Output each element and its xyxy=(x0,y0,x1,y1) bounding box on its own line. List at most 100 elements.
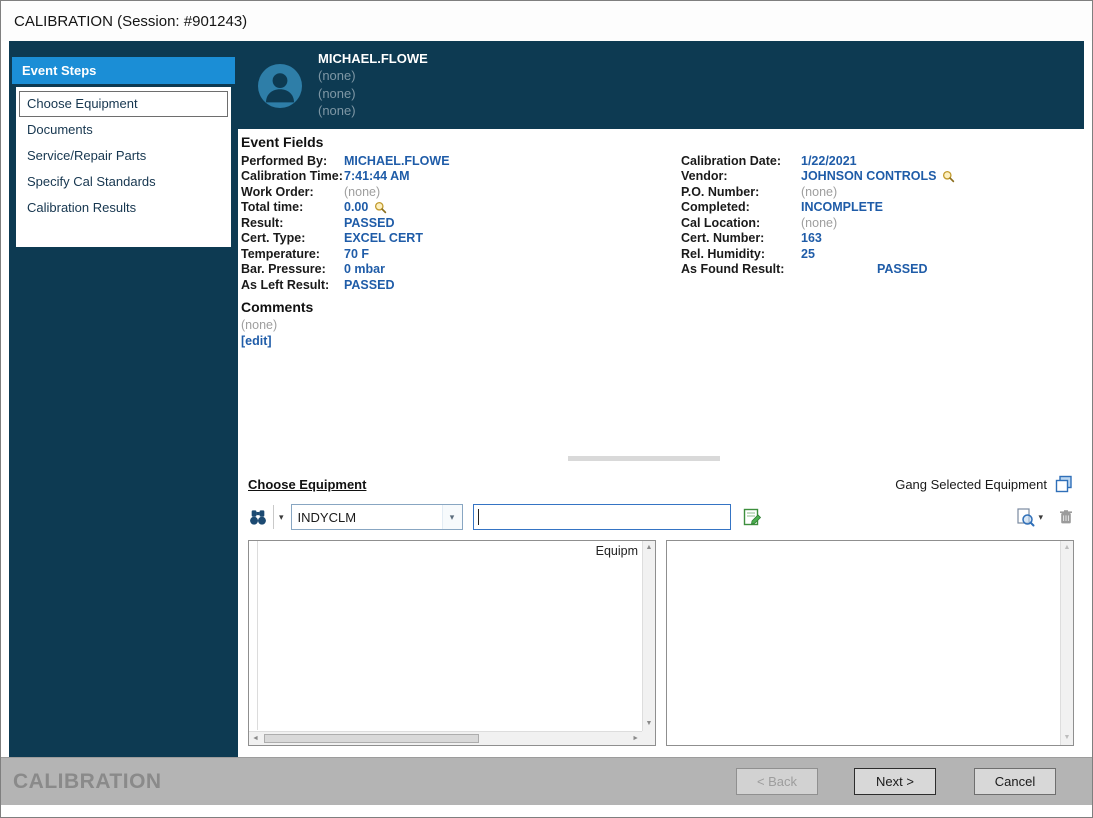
field-label: Performed By: xyxy=(241,154,344,168)
gang-selected-equipment-label: Gang Selected Equipment xyxy=(895,477,1047,492)
total-time-lookup-icon[interactable] xyxy=(374,201,387,214)
field-label: Work Order: xyxy=(241,185,344,199)
field-value: INCOMPLETE xyxy=(801,200,883,214)
scrollbar-corner xyxy=(642,731,655,745)
scroll-up-icon[interactable]: ▲ xyxy=(1064,544,1071,552)
scroll-right-icon[interactable]: ► xyxy=(632,735,639,743)
combobox-dropdown-arrow-icon[interactable]: ▾ xyxy=(442,505,462,529)
field-value: 25 xyxy=(801,247,815,261)
field-label: Rel. Humidity: xyxy=(681,247,801,261)
scroll-left-icon[interactable]: ◄ xyxy=(252,735,259,743)
field-value: 70 F xyxy=(344,247,369,261)
field-row-cert-type: Cert. Type: EXCEL CERT xyxy=(241,231,681,247)
field-row-as-left-result: As Left Result: PASSED xyxy=(241,277,681,293)
sidebar-item-documents[interactable]: Documents xyxy=(19,117,228,143)
field-row-cert-number: Cert. Number: 163 xyxy=(681,231,1084,247)
edit-equipment-button[interactable] xyxy=(742,507,762,527)
field-row-rel-humidity: Rel. Humidity: 25 xyxy=(681,246,1084,262)
preview-dropdown-arrow-icon[interactable]: ▾ xyxy=(1038,512,1043,523)
field-value: (none) xyxy=(801,216,837,230)
sidebar-item-choose-equipment[interactable]: Choose Equipment xyxy=(19,91,228,117)
user-detail-line: (none) xyxy=(318,85,428,103)
next-button[interactable]: Next > xyxy=(854,768,936,795)
gang-cascade-icon xyxy=(1054,474,1074,494)
window-title: CALIBRATION (Session: #901243) xyxy=(14,13,247,30)
edit-icon xyxy=(742,507,762,527)
field-value: MICHAEL.FLOWE xyxy=(344,154,450,168)
comments-section: Comments (none) [edit] xyxy=(241,299,1084,350)
event-fields-left-column: Performed By: MICHAEL.FLOWE Calibration … xyxy=(241,153,681,293)
sidebar-item-calibration-results[interactable]: Calibration Results xyxy=(19,195,228,221)
field-label: Completed: xyxy=(681,200,801,214)
field-value: PASSED xyxy=(344,278,394,292)
calibration-window: CALIBRATION (Session: #901243) Event Ste… xyxy=(0,0,1093,818)
binoculars-icon xyxy=(248,508,268,527)
event-fields-section: Event Fields Performed By: MICHAEL.FLOWE… xyxy=(238,129,1084,453)
comments-value: (none) xyxy=(241,318,1084,334)
equipment-search-input[interactable] xyxy=(473,504,731,530)
cancel-button[interactable]: Cancel xyxy=(974,768,1056,795)
equipment-lists: Equipm ▲ ▼ ◄ ► xyxy=(248,540,1074,746)
field-value: PASSED xyxy=(801,262,927,276)
user-detail-line: (none) xyxy=(318,102,428,120)
field-label: As Found Result: xyxy=(681,262,801,276)
preview-equipment-button[interactable] xyxy=(1015,507,1035,527)
field-label: Total time: xyxy=(241,200,344,214)
equipment-search-wrapper xyxy=(473,504,731,530)
equipment-toolbar: ▾ INDYCLM ▾ xyxy=(248,502,1074,532)
field-row-bar-pressure: Bar. Pressure: 0 mbar xyxy=(241,262,681,278)
field-value: EXCEL CERT xyxy=(344,231,423,245)
equipment-available-list[interactable]: Equipm ▲ ▼ ◄ ► xyxy=(248,540,656,746)
comments-edit-link[interactable]: [edit] xyxy=(241,333,272,349)
choose-equipment-panel: Choose Equipment Gang Selected Equipment xyxy=(238,465,1084,757)
pane-splitter[interactable] xyxy=(238,453,1084,465)
vertical-scrollbar[interactable]: ▲ ▼ xyxy=(1060,541,1073,745)
text-caret xyxy=(478,509,479,525)
field-row-performed-by: Performed By: MICHAEL.FLOWE xyxy=(241,153,681,169)
scroll-up-icon[interactable]: ▲ xyxy=(646,544,653,552)
field-row-temperature: Temperature: 70 F xyxy=(241,246,681,262)
equipment-filter-value: INDYCLM xyxy=(292,510,442,525)
delete-equipment-button[interactable] xyxy=(1058,508,1074,526)
window-body: Event Steps Choose Equipment Documents S… xyxy=(1,41,1092,757)
field-label: Calibration Time: xyxy=(241,169,344,183)
equipment-filter-combobox[interactable]: INDYCLM ▾ xyxy=(291,504,463,530)
gang-selected-equipment-button[interactable]: Gang Selected Equipment xyxy=(895,474,1074,494)
vendor-lookup-icon[interactable] xyxy=(942,170,955,183)
wizard-footer: CALIBRATION < Back Next > Cancel xyxy=(1,757,1092,805)
window-titlebar: CALIBRATION (Session: #901243) xyxy=(1,1,1092,41)
field-row-result: Result: PASSED xyxy=(241,215,681,231)
field-row-cal-location: Cal Location: (none) xyxy=(681,215,1084,231)
field-label: P.O. Number: xyxy=(681,185,801,199)
field-row-work-order: Work Order: (none) xyxy=(241,184,681,200)
comments-title: Comments xyxy=(241,299,1084,315)
splitter-grip-icon[interactable] xyxy=(568,456,720,461)
field-label: Cert. Number: xyxy=(681,231,801,245)
field-value: 7:41:44 AM xyxy=(344,169,410,183)
user-banner-text: MICHAEL.FLOWE (none) (none) (none) xyxy=(318,50,428,129)
field-label: Cal Location: xyxy=(681,216,801,230)
find-dropdown-arrow-icon[interactable]: ▾ xyxy=(279,512,284,523)
find-equipment-button[interactable] xyxy=(248,508,268,527)
event-steps-header: Event Steps xyxy=(12,57,235,84)
choose-equipment-header: Choose Equipment Gang Selected Equipment xyxy=(248,473,1074,495)
choose-equipment-title: Choose Equipment xyxy=(248,477,366,492)
field-value: 0.00 xyxy=(344,200,368,214)
horizontal-scrollbar-thumb[interactable] xyxy=(264,734,479,743)
equipment-column-header[interactable]: Equipm xyxy=(596,544,638,558)
toolbar-separator xyxy=(273,505,274,529)
horizontal-scrollbar[interactable]: ◄ ► xyxy=(249,731,642,745)
scroll-down-icon[interactable]: ▼ xyxy=(646,720,653,728)
document-magnifier-icon xyxy=(1015,507,1035,527)
trash-icon xyxy=(1058,508,1074,526)
equipment-selected-list[interactable]: ▲ ▼ xyxy=(666,540,1074,746)
field-value: PASSED xyxy=(344,216,394,230)
field-label: As Left Result: xyxy=(241,278,344,292)
sidebar-item-specify-cal-standards[interactable]: Specify Cal Standards xyxy=(19,169,228,195)
sidebar-item-service-repair-parts[interactable]: Service/Repair Parts xyxy=(19,143,228,169)
scroll-down-icon[interactable]: ▼ xyxy=(1064,734,1071,742)
vertical-scrollbar[interactable]: ▲ ▼ xyxy=(642,541,655,731)
field-value: 1/22/2021 xyxy=(801,154,857,168)
event-steps-sidebar: Event Steps Choose Equipment Documents S… xyxy=(9,41,238,757)
user-banner: MICHAEL.FLOWE (none) (none) (none) xyxy=(238,41,1084,129)
